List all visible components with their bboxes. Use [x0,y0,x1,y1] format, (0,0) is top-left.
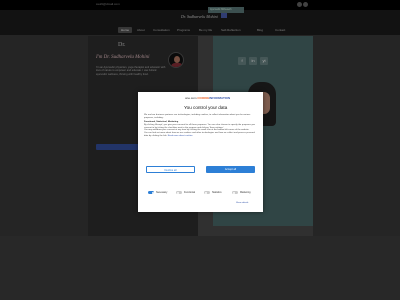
cookie-dialog-body: We and our business partners use technol… [144,114,256,138]
logo-prefix: one.com [185,96,197,100]
toggle-switch-icon [232,191,238,194]
cookie-consent-dialog: one.com COOKIEINFORMATION You control yo… [138,92,263,212]
toggle-functional[interactable]: Functional [176,190,195,195]
show-details-link[interactable]: Show details [236,202,248,204]
toggle-switch-icon [176,191,182,194]
decline-all-button[interactable]: Decline all [146,166,195,173]
toggle-necessary[interactable]: Necessary [148,190,167,195]
cookie-category-toggles: Necessary Functional Statistics Marketin… [144,190,256,196]
logo-information-word: INFORMATION [209,96,231,100]
logo-cookie-word: COOKIE [197,96,210,100]
cookie-intro-text: We and our business partners use technol… [144,114,251,119]
cookie-partners-text: You can find out more about how we use c… [144,132,255,138]
cookie-dialog-title: You control your data [184,105,228,110]
toggle-statistics[interactable]: Statistics [204,190,222,195]
read-more-cookies-link[interactable]: Read more about cookies [168,135,193,137]
toggle-switch-icon [204,191,210,194]
toggle-switch-icon [148,191,154,194]
accept-all-button[interactable]: Accept all [206,166,255,173]
cookie-dialog-logo: one.com COOKIEINFORMATION [185,96,230,100]
toggle-marketing[interactable]: Marketing [232,190,251,195]
